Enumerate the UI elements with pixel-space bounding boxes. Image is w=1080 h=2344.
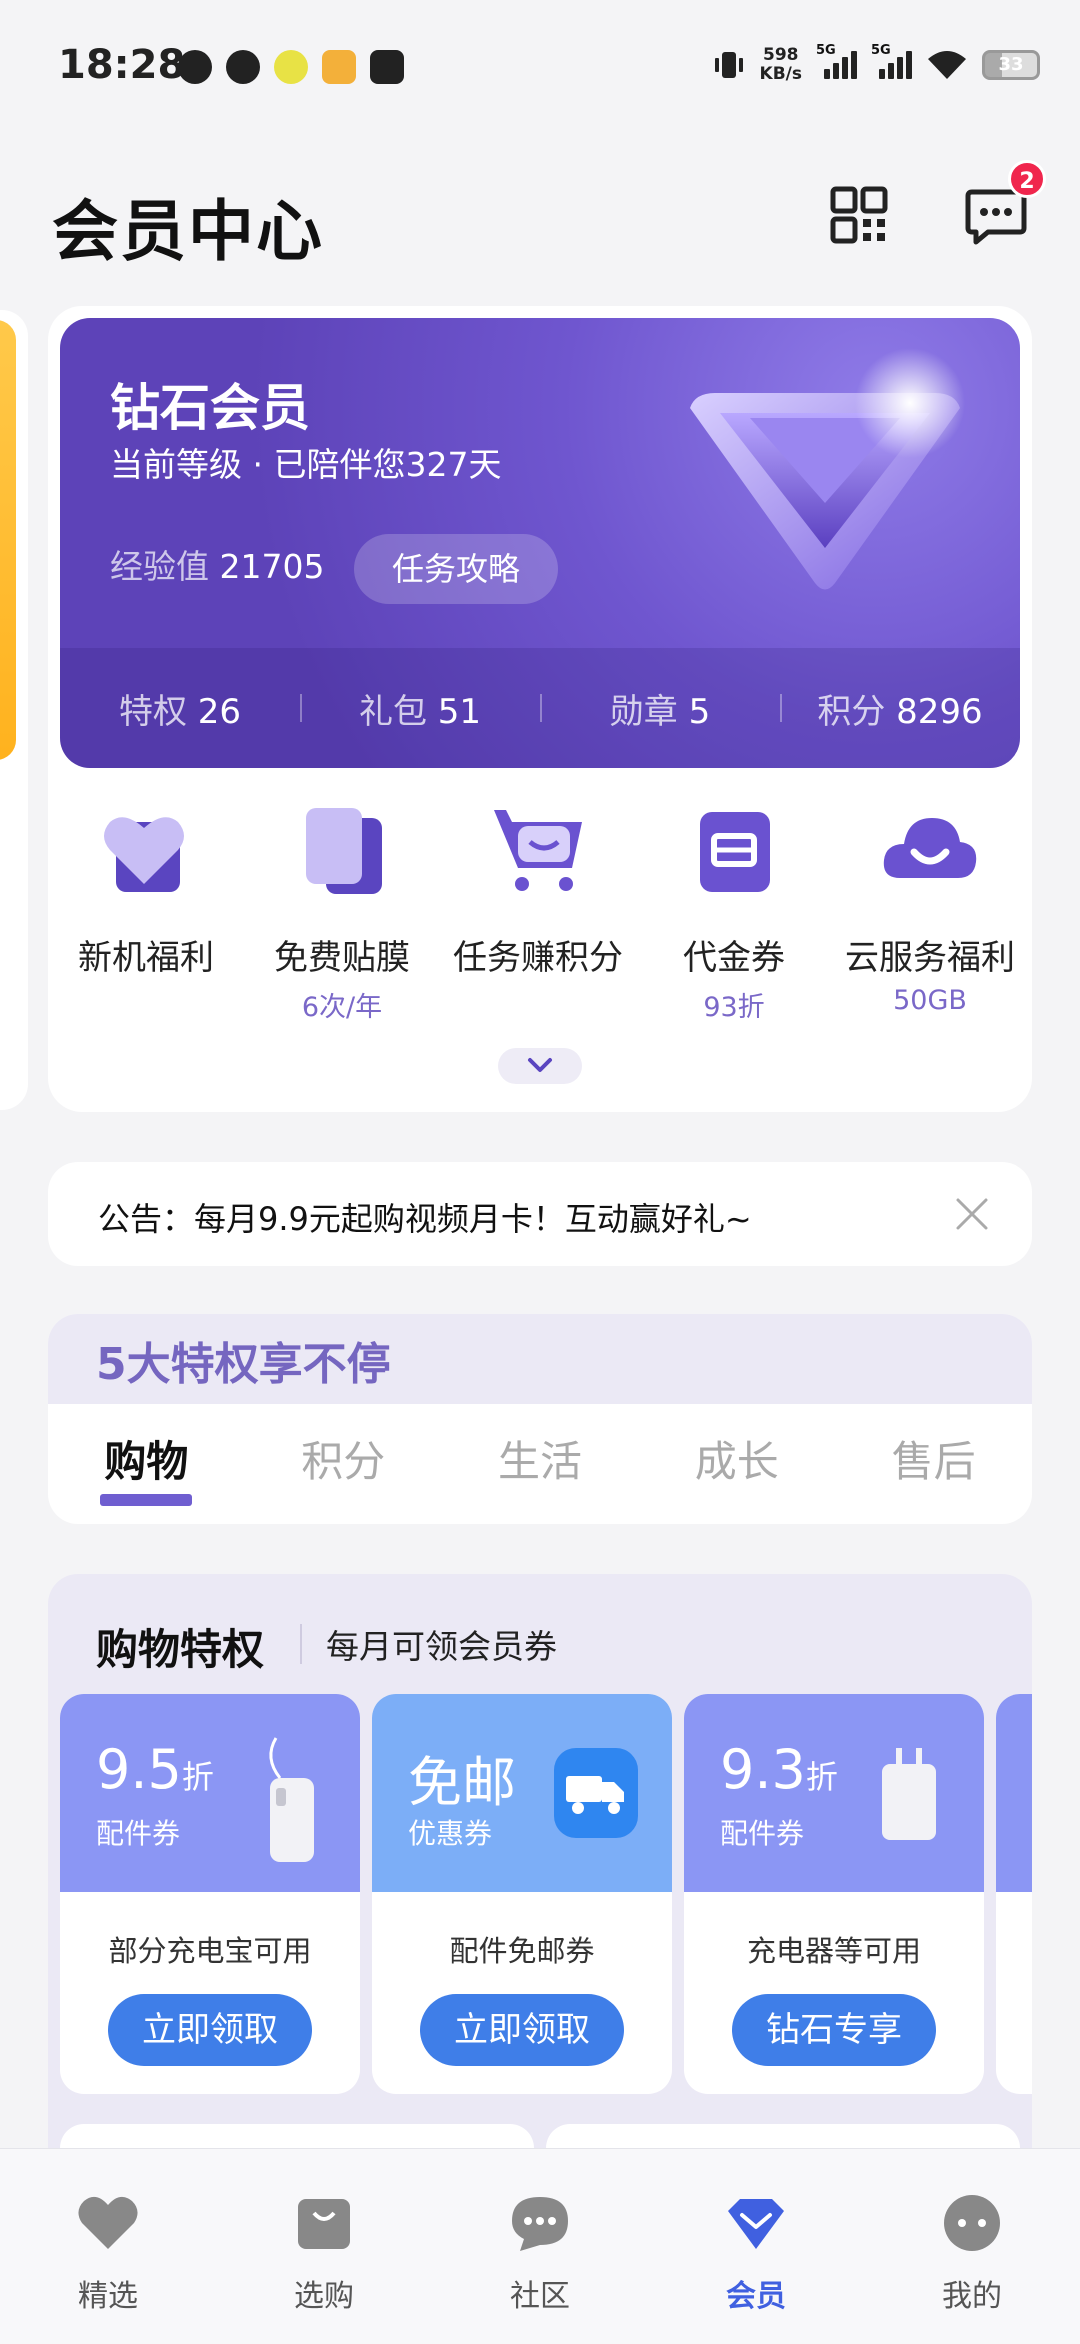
net-speed: 598 KB/s	[759, 45, 802, 84]
stat-points[interactable]: 积分 8296	[780, 684, 1020, 733]
stat-medals[interactable]: 勋章 5	[540, 684, 780, 733]
nav-community[interactable]: 社区	[432, 2149, 648, 2344]
chat-bubble-icon	[512, 2197, 568, 2251]
announcement-bar[interactable]: 公告：每月9.9元起购视频月卡！互动赢好礼~	[48, 1162, 1032, 1266]
coupon-card-peek[interactable]	[996, 1694, 1032, 2094]
chat-app-icon	[226, 50, 260, 84]
arrow-app-icon	[370, 50, 404, 84]
nav-membership[interactable]: 会员	[648, 2149, 864, 2344]
profile-face-icon	[944, 2195, 1000, 2251]
voucher-icon	[700, 812, 770, 892]
tab-growth[interactable]: 成长	[638, 1404, 835, 1524]
close-icon[interactable]	[954, 1196, 990, 1232]
feature-free-screen-film[interactable]: 免费贴膜 6次/年	[244, 800, 440, 1024]
weibo-app-icon	[322, 50, 356, 84]
stat-gift-packs[interactable]: 礼包 51	[300, 684, 540, 733]
announcement-text: 公告：每月9.9元起购视频月卡！互动赢好礼~	[98, 1200, 752, 1238]
claim-button[interactable]: 立即领取	[420, 1994, 624, 2066]
tab-shopping[interactable]: 购物	[48, 1404, 245, 1524]
coupon-card[interactable]: 9.3折 配件券 充电器等可用 钻石专享	[684, 1694, 984, 2094]
feature-new-device-benefit[interactable]: 新机福利	[48, 800, 244, 1024]
battery-icon: 33	[982, 50, 1040, 80]
screen-film-icon	[306, 808, 382, 894]
expand-features-button[interactable]	[498, 1048, 582, 1084]
message-count-badge: 2	[1008, 160, 1046, 198]
tab-points[interactable]: 积分	[245, 1404, 442, 1524]
previous-card-peek[interactable]	[0, 310, 28, 1110]
diamond-exclusive-button[interactable]: 钻石专享	[732, 1994, 936, 2066]
diamond-badge-icon	[690, 348, 965, 590]
status-bar: 18:28 598 KB/s 5G 5G 33	[0, 0, 1080, 130]
stat-privileges[interactable]: 特权 26	[60, 684, 300, 733]
nav-shop[interactable]: 选购	[216, 2149, 432, 2344]
charger-icon	[882, 1748, 936, 1840]
shopping-cart-icon	[494, 810, 582, 891]
chevron-down-icon	[528, 1058, 552, 1072]
feature-voucher[interactable]: 代金券 93折	[636, 800, 832, 1024]
feature-cloud-service[interactable]: 云服务福利 50GB	[832, 800, 1028, 1024]
nav-featured[interactable]: 精选	[0, 2149, 216, 2344]
wifi-icon	[928, 51, 966, 79]
task-guide-button[interactable]: 任务攻略	[354, 534, 558, 604]
power-bank-icon	[269, 1737, 314, 1862]
member-card[interactable]: 钻石会员 当前等级 · 已陪伴您327天 经验值 21705 任务攻略 特权 2…	[60, 318, 1020, 768]
privileges-section: 5大特权享不停 购物 积分 生活 成长 售后	[48, 1314, 1032, 1524]
qr-code-icon[interactable]	[830, 186, 888, 244]
quick-features: 新机福利 免费贴膜 6次/年 任务赚积分 代金券 93折 云服务福利 50GB	[48, 800, 1032, 1024]
signal-icon: 5G	[871, 43, 912, 79]
status-indicators: 598 KB/s 5G 5G 33	[712, 43, 1040, 84]
divider	[300, 1624, 302, 1664]
status-app-icons	[178, 50, 404, 84]
heart-icon	[104, 817, 184, 892]
claim-button[interactable]: 立即领取	[108, 1994, 312, 2066]
section-subtitle: 每月可领会员券	[326, 1627, 557, 1666]
signal-icon: 5G	[816, 43, 857, 79]
page-title: 会员中心	[52, 193, 324, 270]
member-stats: 特权 26 礼包 51 勋章 5 积分 8296	[60, 648, 1020, 768]
nav-profile[interactable]: 我的	[864, 2149, 1080, 2344]
tab-life[interactable]: 生活	[442, 1404, 639, 1524]
diamond-icon	[728, 2199, 784, 2249]
privilege-tabs: 购物 积分 生活 成长 售后	[48, 1404, 1032, 1524]
music-app-icon	[274, 50, 308, 84]
tab-after-sales[interactable]: 售后	[835, 1404, 1032, 1524]
cat-app-icon	[178, 50, 212, 84]
delivery-truck-icon	[554, 1748, 638, 1838]
vibrate-icon	[714, 52, 743, 78]
member-subtitle: 当前等级 · 已陪伴您327天	[110, 445, 502, 484]
privileges-heading: 5大特权享不停	[48, 1314, 1032, 1404]
shopping-bag-icon	[298, 2199, 350, 2249]
cloud-icon	[883, 818, 977, 878]
heart-icon	[78, 2196, 138, 2249]
bottom-navigation: 精选 选购 社区 会员 我的	[0, 2148, 1080, 2344]
status-time: 18:28	[58, 42, 186, 88]
section-title: 购物特权	[96, 1625, 265, 1674]
feature-earn-points[interactable]: 任务赚积分	[440, 800, 636, 1024]
coupon-card[interactable]: 免邮 优惠券 配件免邮券 立即领取	[372, 1694, 672, 2094]
coupon-list: 9.5折 配件券 部分充电宝可用 立即领取 免邮 优惠券 配件免邮券 立即领取 …	[60, 1694, 1032, 2094]
experience: 经验值 21705	[110, 547, 325, 586]
coupon-card[interactable]: 9.5折 配件券 部分充电宝可用 立即领取	[60, 1694, 360, 2094]
member-level: 钻石会员	[110, 379, 310, 437]
